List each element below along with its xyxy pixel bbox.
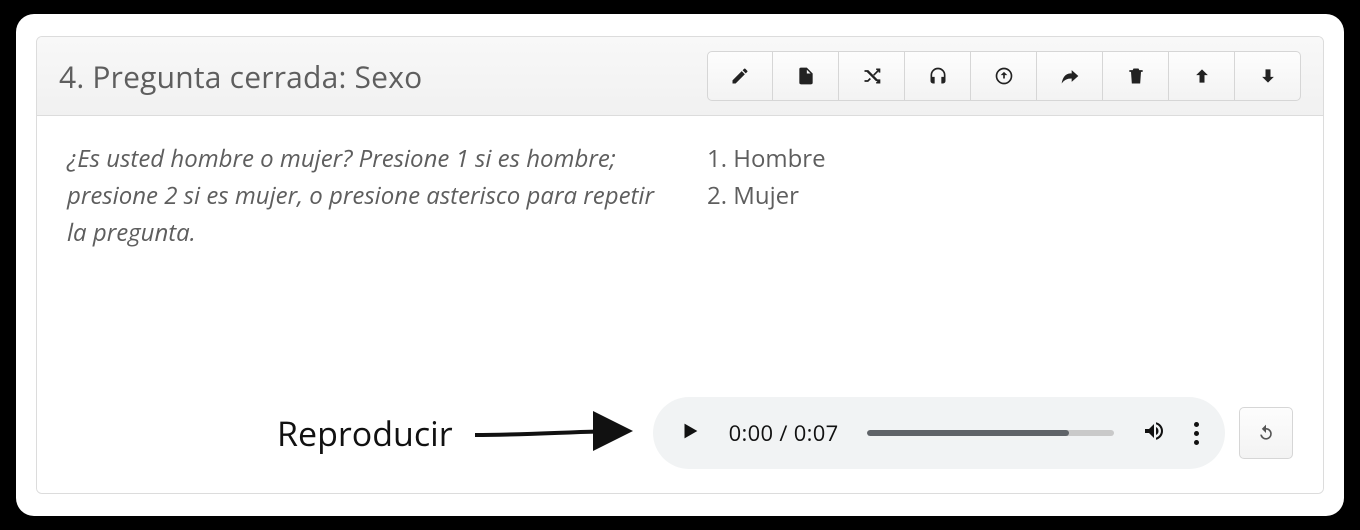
shuffle-icon <box>862 66 882 86</box>
question-prompt: ¿Es usted hombre o mujer? Presione 1 si … <box>67 140 667 252</box>
edit-button[interactable] <box>707 51 773 101</box>
audio-total-time: 0:07 <box>794 418 839 448</box>
arrow-down-icon <box>1258 66 1278 86</box>
file-icon <box>796 66 816 86</box>
play-icon <box>679 420 701 442</box>
circle-up-icon <box>994 66 1014 86</box>
audio-progress-fill <box>867 430 1070 436</box>
answer-option-1: 1. Hombre <box>707 140 1293 177</box>
arrow-up-icon <box>1192 66 1212 86</box>
panel-body: ¿Es usted hombre o mujer? Presione 1 si … <box>37 116 1323 493</box>
play-button[interactable] <box>679 420 701 447</box>
annotation-label: Reproducir <box>277 410 453 456</box>
headphones-icon <box>928 66 948 86</box>
share-icon <box>1060 66 1080 86</box>
file-button[interactable] <box>773 51 839 101</box>
annotation-arrow-icon <box>471 409 641 457</box>
audio-time: 0:00 / 0:07 <box>729 418 839 448</box>
share-button[interactable] <box>1037 51 1103 101</box>
volume-button[interactable] <box>1142 419 1166 448</box>
delete-button[interactable] <box>1103 51 1169 101</box>
question-panel: 4. Pregunta cerrada: Sexo <box>36 36 1324 494</box>
audio-row: Reproducir 0:00 / <box>37 397 1323 469</box>
move-up-button[interactable] <box>1169 51 1235 101</box>
shuffle-button[interactable] <box>839 51 905 101</box>
answer-options: 1. Hombre 2. Mujer <box>707 140 1293 252</box>
volume-icon <box>1142 419 1166 443</box>
headphones-button[interactable] <box>905 51 971 101</box>
panel-title: 4. Pregunta cerrada: Sexo <box>59 56 422 97</box>
panel-toolbar <box>707 51 1301 101</box>
refresh-icon <box>1256 423 1276 443</box>
upload-button[interactable] <box>971 51 1037 101</box>
answer-option-2: 2. Mujer <box>707 177 1293 214</box>
audio-player: 0:00 / 0:07 <box>653 397 1225 469</box>
audio-menu-button[interactable] <box>1194 422 1199 445</box>
refresh-button[interactable] <box>1239 407 1293 459</box>
trash-icon <box>1126 66 1146 86</box>
audio-progress[interactable] <box>867 430 1115 436</box>
audio-current-time: 0:00 <box>729 418 774 448</box>
panel-header: 4. Pregunta cerrada: Sexo <box>37 37 1323 116</box>
pencil-icon <box>730 66 750 86</box>
move-down-button[interactable] <box>1235 51 1301 101</box>
